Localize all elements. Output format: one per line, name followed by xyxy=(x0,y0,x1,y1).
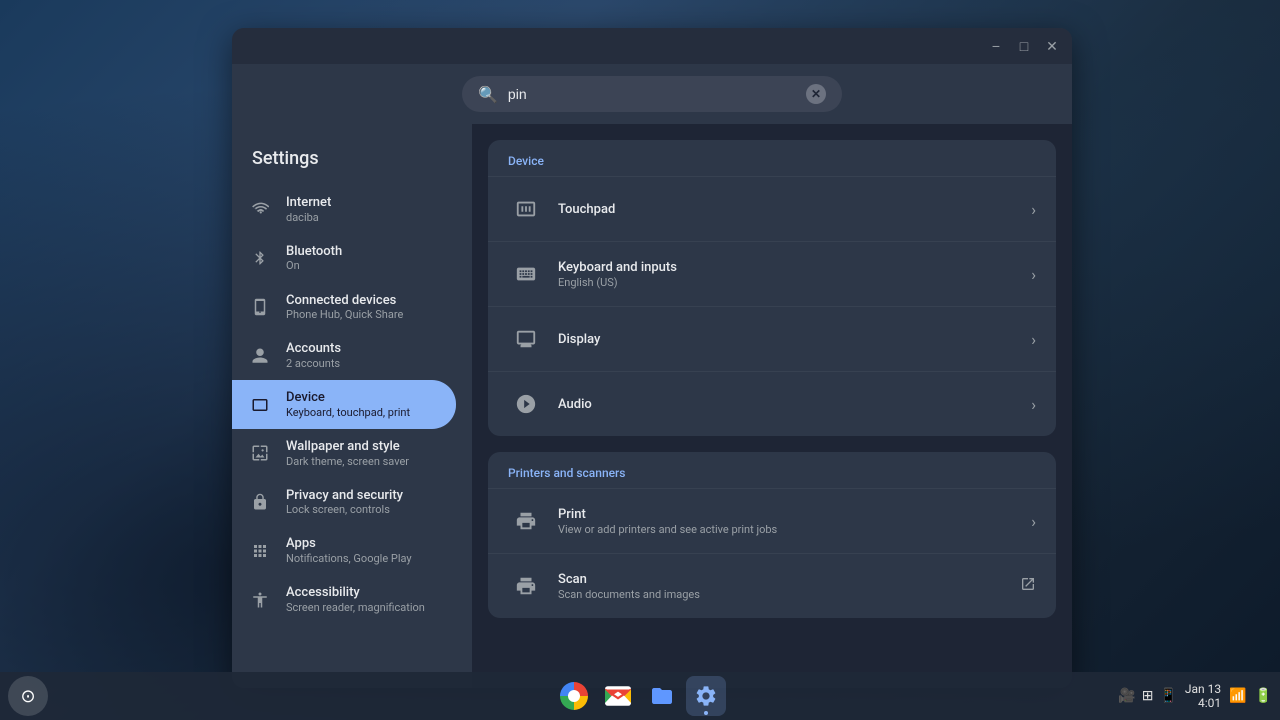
search-clear-button[interactable]: ✕ xyxy=(806,84,826,104)
sidebar-item-privacy[interactable]: Privacy and security Lock screen, contro… xyxy=(232,478,456,527)
time-display: Jan 13 4:01 xyxy=(1185,682,1221,710)
touchpad-icon xyxy=(508,191,544,227)
datetime-display: Jan 13 4:01 xyxy=(1185,682,1221,710)
taskbar-left: ⊙ xyxy=(8,676,48,716)
camera-icon: 🎥 xyxy=(1118,688,1135,704)
touchpad-row[interactable]: Touchpad › xyxy=(488,176,1056,241)
keyboard-row[interactable]: Keyboard and inputs English (US) › xyxy=(488,241,1056,306)
sidebar-item-device-text: Device Keyboard, touchpad, print xyxy=(286,390,410,419)
sidebar-item-bluetooth[interactable]: Bluetooth On xyxy=(232,234,456,283)
print-row[interactable]: Print View or add printers and see activ… xyxy=(488,488,1056,553)
printers-section-header: Printers and scanners xyxy=(488,452,1056,488)
touchpad-arrow: › xyxy=(1031,200,1036,219)
scan-external-icon xyxy=(1020,576,1036,596)
sidebar-item-apps[interactable]: Apps Notifications, Google Play xyxy=(232,526,456,575)
sidebar-item-connected-devices-text: Connected devices Phone Hub, Quick Share xyxy=(286,293,403,322)
settings-active-indicator xyxy=(704,711,708,715)
files-logo xyxy=(650,684,674,708)
keyboard-arrow: › xyxy=(1031,265,1036,284)
taskbar-right: 🎥 ⊞ 📱 Jan 13 4:01 📶 🔋 xyxy=(1118,682,1272,710)
keyboard-icon xyxy=(508,256,544,292)
privacy-icon xyxy=(248,490,272,514)
display-text: Display xyxy=(558,332,1031,347)
sidebar-item-privacy-text: Privacy and security Lock screen, contro… xyxy=(286,488,403,517)
sidebar-item-accounts-text: Accounts 2 accounts xyxy=(286,341,341,370)
taskbar-chrome-icon[interactable] xyxy=(554,676,594,716)
settings-title: Settings xyxy=(232,140,472,185)
audio-text: Audio xyxy=(558,397,1031,412)
sidebar-item-connected-devices[interactable]: Connected devices Phone Hub, Quick Share xyxy=(232,283,456,332)
device-section: Device Touchpad › xyxy=(488,140,1056,436)
search-input[interactable]: pin xyxy=(508,86,796,102)
taskbar-center xyxy=(554,676,726,716)
accessibility-icon xyxy=(248,588,272,612)
settings-logo xyxy=(694,684,718,708)
phone-icon: 📱 xyxy=(1159,688,1176,704)
audio-icon xyxy=(508,386,544,422)
sidebar-item-accessibility-text: Accessibility Screen reader, magnificati… xyxy=(286,585,425,614)
keyboard-text: Keyboard and inputs English (US) xyxy=(558,260,1031,289)
printers-section: Printers and scanners Print View or add … xyxy=(488,452,1056,618)
sidebar-item-accounts[interactable]: Accounts 2 accounts xyxy=(232,331,456,380)
search-bar: 🔍 pin ✕ xyxy=(462,76,842,112)
wifi-icon xyxy=(248,197,272,221)
audio-arrow: › xyxy=(1031,395,1036,414)
taskbar-settings-icon[interactable] xyxy=(686,676,726,716)
gmail-logo xyxy=(605,686,631,706)
status-icons: 🎥 ⊞ 📱 xyxy=(1118,688,1177,704)
taskbar-gmail-icon[interactable] xyxy=(598,676,638,716)
wallpaper-icon xyxy=(248,441,272,465)
taskbar-files-icon[interactable] xyxy=(642,676,682,716)
display-row[interactable]: Display › xyxy=(488,306,1056,371)
search-icon: 🔍 xyxy=(478,85,498,104)
display-icon xyxy=(508,321,544,357)
main-content: Device Touchpad › xyxy=(472,124,1072,688)
launcher-button[interactable]: ⊙ xyxy=(8,676,48,716)
sidebar-item-device[interactable]: Device Keyboard, touchpad, print xyxy=(232,380,456,429)
display-arrow: › xyxy=(1031,330,1036,349)
screen-capture-icon: ⊞ xyxy=(1142,688,1154,704)
scan-icon xyxy=(508,568,544,604)
minimize-button[interactable]: − xyxy=(984,34,1008,58)
touchpad-text: Touchpad xyxy=(558,202,1031,217)
maximize-button[interactable]: □ xyxy=(1012,34,1036,58)
scan-row[interactable]: Scan Scan documents and images xyxy=(488,553,1056,618)
window-body: Settings Internet daciba Bluetooth On xyxy=(232,124,1072,688)
print-text: Print View or add printers and see activ… xyxy=(558,507,1031,536)
scan-text: Scan Scan documents and images xyxy=(558,572,1020,601)
wifi-status-icon: 📶 xyxy=(1229,688,1246,704)
print-icon xyxy=(508,503,544,539)
chrome-logo xyxy=(560,682,588,710)
title-bar: − □ ✕ xyxy=(232,28,1072,64)
accounts-icon xyxy=(248,344,272,368)
battery-icon: 🔋 xyxy=(1255,688,1272,704)
sidebar: Settings Internet daciba Bluetooth On xyxy=(232,124,472,688)
sidebar-item-wallpaper-text: Wallpaper and style Dark theme, screen s… xyxy=(286,439,409,468)
close-button[interactable]: ✕ xyxy=(1040,34,1064,58)
sidebar-item-accessibility[interactable]: Accessibility Screen reader, magnificati… xyxy=(232,575,456,624)
sidebar-item-bluetooth-text: Bluetooth On xyxy=(286,244,342,273)
settings-window: − □ ✕ 🔍 pin ✕ Settings Internet daciba xyxy=(232,28,1072,688)
device-section-header: Device xyxy=(488,140,1056,176)
sidebar-item-internet-text: Internet daciba xyxy=(286,195,331,224)
sidebar-item-wallpaper[interactable]: Wallpaper and style Dark theme, screen s… xyxy=(232,429,456,478)
sidebar-item-internet[interactable]: Internet daciba xyxy=(232,185,456,234)
audio-row[interactable]: Audio › xyxy=(488,371,1056,436)
device-icon xyxy=(248,393,272,417)
search-bar-area: 🔍 pin ✕ xyxy=(232,64,1072,124)
apps-icon xyxy=(248,539,272,563)
print-arrow: › xyxy=(1031,512,1036,531)
bluetooth-icon xyxy=(248,246,272,270)
connected-devices-icon xyxy=(248,295,272,319)
sidebar-item-apps-text: Apps Notifications, Google Play xyxy=(286,536,412,565)
taskbar: ⊙ 🎥 ⊞ 📱 xyxy=(0,672,1280,720)
